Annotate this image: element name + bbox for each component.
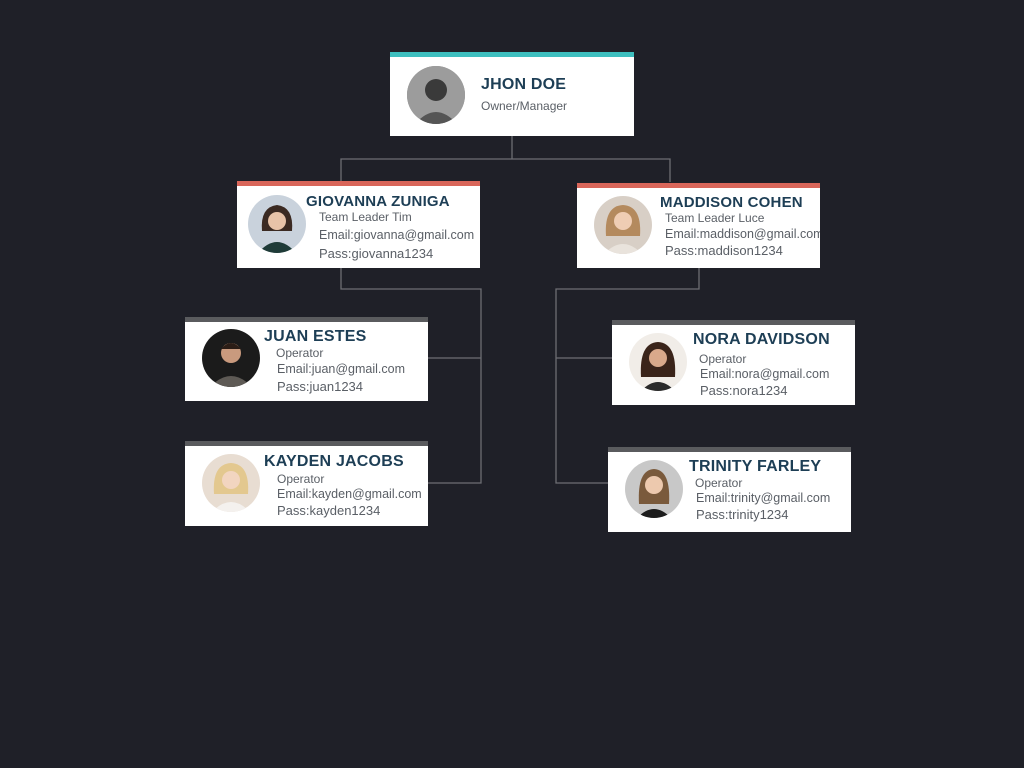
leader-name: GIOVANNA ZUNIGA	[306, 193, 450, 210]
leader-role: Team Leader Luce	[665, 211, 765, 225]
avatar-photo-icon	[407, 66, 465, 124]
leader-card-maddison[interactable]: MADDISON COHEN Team Leader Luce Email:ma…	[577, 183, 820, 268]
leader-pass: Pass:maddison1234	[665, 243, 783, 258]
connector-leaders-bus	[340, 158, 671, 182]
operator-pass: Pass:trinity1234	[696, 507, 789, 522]
leader-card-giovanna[interactable]: GIOVANNA ZUNIGA Team Leader Tim Email:gi…	[237, 181, 480, 268]
operator-pass: Pass:nora1234	[700, 383, 788, 398]
org-chart: JHON DOE Owner/Manager GIOVANNA ZUNIGA T…	[0, 0, 1024, 768]
operator-card-nora[interactable]: NORA DAVIDSON Operator Email:nora@gmail.…	[612, 320, 855, 405]
root-card[interactable]: JHON DOE Owner/Manager	[390, 52, 634, 136]
avatar-photo-icon	[202, 454, 260, 512]
avatar-photo-icon	[629, 333, 687, 391]
operator-pass: Pass:kayden1234	[277, 503, 381, 518]
avatar-photo-icon	[248, 195, 306, 253]
operator-name: JUAN ESTES	[264, 328, 367, 345]
card-accent-bar	[608, 447, 851, 452]
operator-role: Operator	[276, 346, 324, 360]
card-accent-bar	[612, 320, 855, 325]
card-accent-bar	[237, 181, 480, 186]
card-accent-bar	[390, 52, 634, 57]
operator-role: Operator	[277, 472, 325, 486]
root-role: Owner/Manager	[481, 99, 568, 113]
operator-pass: Pass:juan1234	[277, 379, 364, 394]
operator-role: Operator	[699, 352, 747, 366]
operator-card-juan[interactable]: JUAN ESTES Operator Email:juan@gmail.com…	[185, 317, 428, 401]
avatar-photo-icon	[202, 329, 260, 387]
operator-email: Email:trinity@gmail.com	[696, 491, 831, 505]
card-accent-bar	[185, 317, 428, 322]
card-accent-bar	[185, 441, 428, 446]
operator-name: NORA DAVIDSON	[693, 331, 830, 348]
operator-email: Email:nora@gmail.com	[700, 367, 830, 381]
card-accent-bar	[577, 183, 820, 188]
leader-pass: Pass:giovanna1234	[319, 246, 434, 261]
operator-email: Email:juan@gmail.com	[277, 362, 406, 376]
operator-name: KAYDEN JACOBS	[264, 453, 404, 470]
operator-role: Operator	[695, 476, 743, 490]
operator-card-trinity[interactable]: TRINITY FARLEY Operator Email:trinity@gm…	[608, 447, 851, 532]
operator-card-kayden[interactable]: KAYDEN JACOBS Operator Email:kayden@gmai…	[185, 441, 428, 526]
root-name: JHON DOE	[481, 76, 567, 93]
operator-name: TRINITY FARLEY	[689, 458, 822, 475]
avatar-photo-icon	[594, 196, 652, 254]
leader-role: Team Leader Tim	[319, 210, 412, 224]
leader-email: Email:giovanna@gmail.com	[319, 228, 475, 242]
leader-name: MADDISON COHEN	[660, 194, 803, 211]
operator-email: Email:kayden@gmail.com	[277, 487, 422, 501]
leader-email: Email:maddison@gmail.com	[665, 227, 820, 241]
avatar-photo-icon	[625, 460, 683, 518]
